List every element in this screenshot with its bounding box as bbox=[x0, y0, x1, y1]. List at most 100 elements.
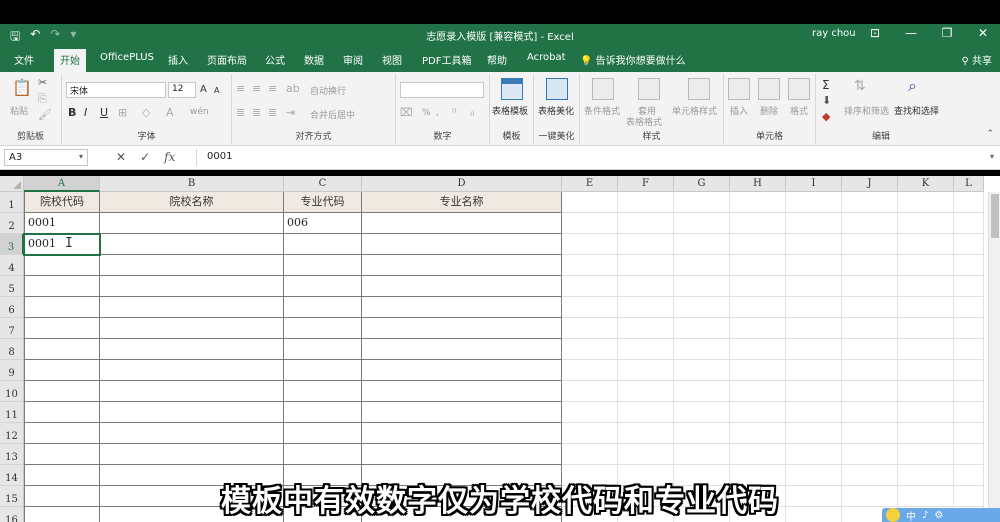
cell-g3[interactable] bbox=[674, 234, 730, 255]
column-header-d[interactable]: D bbox=[362, 176, 562, 192]
cell-f13[interactable] bbox=[618, 444, 674, 465]
insert-cells-button[interactable]: 插入 bbox=[730, 104, 748, 117]
tell-me-search[interactable]: 💡 告诉我你想要做什么 bbox=[580, 52, 686, 67]
cell-h13[interactable] bbox=[730, 444, 786, 465]
cell-i9[interactable] bbox=[786, 360, 842, 381]
tab-acrobat[interactable]: Acrobat bbox=[527, 52, 566, 63]
cell-i11[interactable] bbox=[786, 402, 842, 423]
paste-label[interactable]: 粘贴 bbox=[10, 104, 28, 117]
column-header-b[interactable]: B bbox=[100, 176, 284, 192]
cell-k4[interactable] bbox=[898, 255, 954, 276]
table-beautify-icon[interactable] bbox=[546, 78, 568, 100]
cell-d4[interactable] bbox=[362, 255, 562, 276]
font-name-select[interactable]: 宋体 bbox=[66, 82, 166, 98]
cell-c10[interactable] bbox=[284, 381, 362, 402]
cell-e10[interactable] bbox=[562, 381, 618, 402]
cell-c8[interactable] bbox=[284, 339, 362, 360]
copy-icon[interactable]: ⎘ bbox=[38, 92, 47, 106]
table-format-label[interactable]: 表格格式 bbox=[626, 115, 662, 128]
format-cells-button[interactable]: 格式 bbox=[790, 104, 808, 117]
insert-function-icon[interactable]: fx bbox=[164, 150, 175, 164]
cell-j4[interactable] bbox=[842, 255, 898, 276]
user-name[interactable]: ray chou bbox=[812, 28, 856, 39]
cell-g8[interactable] bbox=[674, 339, 730, 360]
cell-k13[interactable] bbox=[898, 444, 954, 465]
select-all-button[interactable] bbox=[0, 176, 24, 192]
cell-a9[interactable] bbox=[24, 360, 100, 381]
column-header-h[interactable]: H bbox=[730, 176, 786, 192]
cell-f9[interactable] bbox=[618, 360, 674, 381]
cell-d1[interactable]: 专业名称 bbox=[362, 192, 562, 213]
cell-g10[interactable] bbox=[674, 381, 730, 402]
share-button[interactable]: ⚲ 共享 bbox=[961, 52, 992, 67]
cell-b5[interactable] bbox=[100, 276, 284, 297]
cell-d2[interactable] bbox=[362, 213, 562, 234]
column-header-g[interactable]: G bbox=[674, 176, 730, 192]
cell-k10[interactable] bbox=[898, 381, 954, 402]
column-header-k[interactable]: K bbox=[898, 176, 954, 192]
cell-g2[interactable] bbox=[674, 213, 730, 234]
cell-b6[interactable] bbox=[100, 297, 284, 318]
cell-c11[interactable] bbox=[284, 402, 362, 423]
orientation-icon[interactable]: ab bbox=[286, 82, 300, 95]
tab-home[interactable]: 开始 bbox=[54, 49, 86, 72]
cell-k3[interactable] bbox=[898, 234, 954, 255]
cell-i1[interactable] bbox=[786, 192, 842, 213]
tab-data[interactable]: 数据 bbox=[304, 52, 324, 67]
cell-h5[interactable] bbox=[730, 276, 786, 297]
cell-l11[interactable] bbox=[954, 402, 984, 423]
row-header-5[interactable]: 5 bbox=[0, 276, 24, 297]
column-header-j[interactable]: J bbox=[842, 176, 898, 192]
cell-e1[interactable] bbox=[562, 192, 618, 213]
enter-icon[interactable]: ✓ bbox=[140, 150, 150, 164]
vertical-scrollbar[interactable] bbox=[988, 192, 1000, 522]
cell-e8[interactable] bbox=[562, 339, 618, 360]
increase-decimal-icon[interactable]: ⁰ bbox=[452, 106, 456, 119]
tab-file[interactable]: 文件 bbox=[14, 52, 34, 67]
fill-color-icon[interactable]: ◇ bbox=[142, 106, 150, 119]
cell-f7[interactable] bbox=[618, 318, 674, 339]
cell-g13[interactable] bbox=[674, 444, 730, 465]
cell-h8[interactable] bbox=[730, 339, 786, 360]
autosum-icon[interactable]: Σ bbox=[822, 78, 830, 92]
cell-l1[interactable] bbox=[954, 192, 984, 213]
cell-h10[interactable] bbox=[730, 381, 786, 402]
cell-f4[interactable] bbox=[618, 255, 674, 276]
cell-j8[interactable] bbox=[842, 339, 898, 360]
cell-i12[interactable] bbox=[786, 423, 842, 444]
tab-help[interactable]: 帮助 bbox=[487, 52, 507, 67]
align-right-icon[interactable]: ≣ bbox=[268, 106, 277, 119]
cell-k1[interactable] bbox=[898, 192, 954, 213]
cell-styles-button[interactable]: 单元格样式 bbox=[672, 104, 717, 117]
conditional-format-button[interactable]: 条件格式 bbox=[584, 104, 620, 117]
cell-d9[interactable] bbox=[362, 360, 562, 381]
cell-e3[interactable] bbox=[562, 234, 618, 255]
cell-i2[interactable] bbox=[786, 213, 842, 234]
table-template-icon[interactable] bbox=[501, 78, 523, 100]
row-header-2[interactable]: 2 bbox=[0, 213, 24, 234]
format-as-table-icon[interactable] bbox=[638, 78, 660, 100]
row-header-4[interactable]: 4 bbox=[0, 255, 24, 276]
paste-icon[interactable]: 📋 bbox=[12, 78, 32, 97]
cell-i13[interactable] bbox=[786, 444, 842, 465]
cell-i7[interactable] bbox=[786, 318, 842, 339]
cell-i10[interactable] bbox=[786, 381, 842, 402]
tab-insert[interactable]: 插入 bbox=[168, 52, 188, 67]
cell-e6[interactable] bbox=[562, 297, 618, 318]
cell-b4[interactable] bbox=[100, 255, 284, 276]
cell-d6[interactable] bbox=[362, 297, 562, 318]
align-bottom-icon[interactable]: ≡ bbox=[268, 82, 277, 95]
cell-b3[interactable] bbox=[100, 234, 284, 255]
cell-k5[interactable] bbox=[898, 276, 954, 297]
minimize-button[interactable]: — bbox=[904, 26, 918, 40]
cell-g6[interactable] bbox=[674, 297, 730, 318]
cell-d11[interactable] bbox=[362, 402, 562, 423]
cell-e7[interactable] bbox=[562, 318, 618, 339]
cell-b1[interactable]: 院校名称 bbox=[100, 192, 284, 213]
cell-a5[interactable] bbox=[24, 276, 100, 297]
cell-g9[interactable] bbox=[674, 360, 730, 381]
cell-h9[interactable] bbox=[730, 360, 786, 381]
column-header-i[interactable]: I bbox=[786, 176, 842, 192]
increase-font-icon[interactable]: A bbox=[200, 84, 207, 95]
cell-e5[interactable] bbox=[562, 276, 618, 297]
